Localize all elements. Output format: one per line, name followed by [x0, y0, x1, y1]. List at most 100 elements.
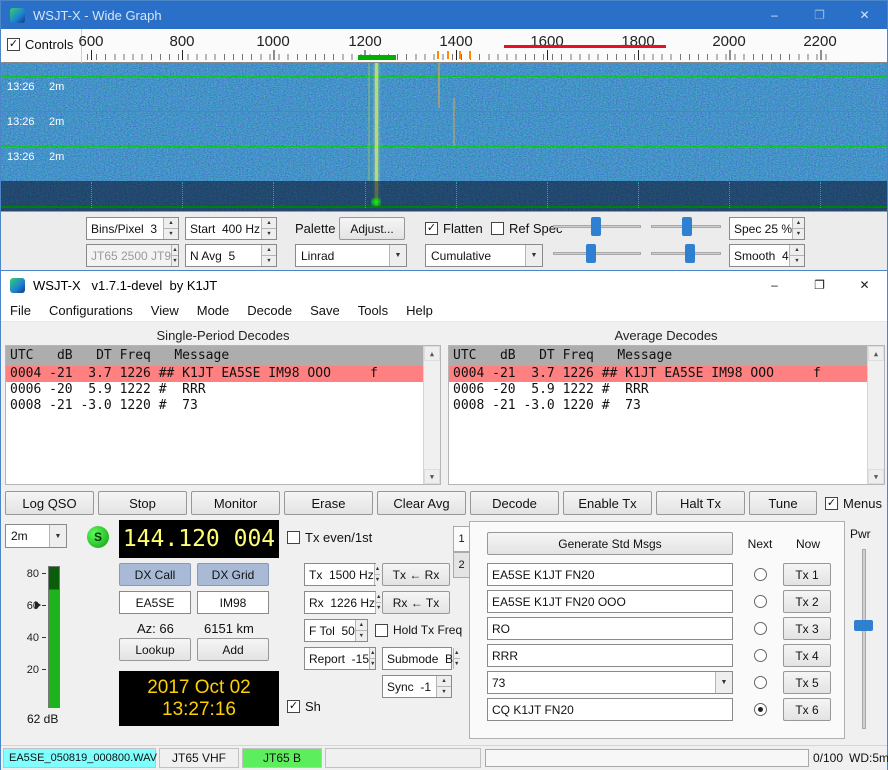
lookup-button[interactable]: Lookup — [119, 638, 191, 661]
erase-button[interactable]: Erase — [284, 491, 373, 515]
close-icon[interactable]: ✕ — [842, 271, 887, 299]
tx5-next-radio[interactable] — [754, 676, 767, 689]
tx6-message-field[interactable]: CQ K1JT FN20 — [487, 698, 733, 721]
scroll-up-icon[interactable]: ▲ — [424, 346, 440, 361]
add-button[interactable]: Add — [197, 638, 269, 661]
tx5-now-button[interactable]: Tx 5 — [783, 671, 831, 694]
tune-button[interactable]: Tune — [749, 491, 817, 515]
menus-checkbox[interactable]: ✓ Menus — [825, 496, 882, 511]
monitor-button[interactable]: Monitor — [191, 491, 280, 515]
gain-slider[interactable] — [553, 215, 641, 237]
spin-down-icon[interactable]: ▼ — [376, 603, 381, 613]
log-qso-button[interactable]: Log QSO — [5, 491, 94, 515]
stop-button[interactable]: Stop — [98, 491, 187, 515]
tx1-next-radio[interactable] — [754, 568, 767, 581]
controls-checkbox[interactable]: ✓ Controls — [7, 37, 73, 52]
tx2-message-field[interactable]: EA5SE K1JT FN20 OOO — [487, 590, 733, 613]
f-tol-spinner[interactable]: F Tol 50 ▲▼ — [304, 619, 368, 642]
chevron-down-icon[interactable]: ▼ — [389, 245, 406, 266]
decode-button[interactable]: Decode — [470, 491, 559, 515]
tx3-next-radio[interactable] — [754, 622, 767, 635]
tx4-message-field[interactable]: RRR — [487, 644, 733, 667]
generate-std-msgs-button[interactable]: Generate Std Msgs — [487, 532, 733, 555]
gain2-slider[interactable] — [553, 242, 641, 264]
spin-up-icon[interactable]: ▲ — [262, 245, 276, 256]
tx3-now-button[interactable]: Tx 3 — [783, 617, 831, 640]
tx-freq-marker[interactable] — [358, 55, 396, 60]
dx-call-field[interactable]: EA5SE — [119, 591, 191, 614]
spec-spinner[interactable]: Spec 25 % ▲▼ — [729, 217, 805, 240]
rx-from-tx-button[interactable]: Rx ← Tx — [382, 591, 450, 614]
tx6-now-button[interactable]: Tx 6 — [783, 698, 831, 721]
tx3-message-field[interactable]: RO — [487, 617, 733, 640]
tx2-now-button[interactable]: Tx 2 — [783, 590, 831, 613]
spin-down-icon[interactable]: ▼ — [454, 659, 459, 669]
spin-up-icon[interactable]: ▲ — [375, 564, 380, 575]
tx4-next-radio[interactable] — [754, 649, 767, 662]
menu-file[interactable]: File — [1, 299, 40, 321]
report-spinner[interactable]: Report -15 ▲▼ — [304, 647, 376, 670]
n-avg-spinner[interactable]: N Avg 5 ▲▼ — [185, 244, 277, 267]
scroll-up-icon[interactable]: ▲ — [868, 346, 884, 361]
tx-even-checkbox[interactable]: Tx even/1st — [287, 530, 372, 545]
checkbox-box[interactable] — [491, 222, 504, 235]
menu-view[interactable]: View — [142, 299, 188, 321]
zero2-slider[interactable] — [651, 242, 721, 264]
scroll-down-icon[interactable]: ▼ — [868, 469, 884, 484]
checkbox-check-icon[interactable]: ✓ — [7, 38, 20, 51]
decode-row[interactable]: 0008 -21 -3.0 1220 # 73 — [449, 398, 867, 414]
spin-up-icon[interactable]: ▲ — [376, 592, 381, 603]
menu-mode[interactable]: Mode — [188, 299, 239, 321]
slider-handle[interactable] — [682, 217, 692, 236]
band-select[interactable]: 2m ▼ — [5, 524, 67, 548]
enable-tx-button[interactable]: Enable Tx — [563, 491, 652, 515]
spin-up-icon[interactable]: ▲ — [356, 620, 367, 631]
tx6-next-radio[interactable] — [754, 703, 767, 716]
minimize-icon[interactable]: – — [752, 1, 797, 29]
menu-decode[interactable]: Decode — [238, 299, 301, 321]
scrollbar[interactable]: ▲▼ — [423, 346, 440, 484]
slider-handle[interactable] — [591, 217, 601, 236]
submode-spinner[interactable]: Submode B ▲▼ — [382, 647, 452, 670]
spin-up-icon[interactable]: ▲ — [790, 245, 804, 256]
tx5-message-combo[interactable]: 73 ▼ — [487, 671, 733, 694]
tx1-now-button[interactable]: Tx 1 — [783, 563, 831, 586]
spin-down-icon[interactable]: ▼ — [262, 256, 276, 266]
spin-down-icon[interactable]: ▼ — [375, 575, 380, 585]
tx2-next-radio[interactable] — [754, 595, 767, 608]
checkbox-box[interactable] — [287, 531, 300, 544]
sync-spinner[interactable]: Sync -1 ▲▼ — [382, 675, 452, 698]
tx-freq-spinner[interactable]: Tx 1500 Hz ▲▼ — [304, 563, 376, 586]
checkbox-box[interactable] — [375, 624, 388, 637]
ref-spec-checkbox[interactable]: Ref Spec — [491, 221, 562, 236]
decode-row[interactable]: 0006 -20 5.9 1222 # RRR — [449, 382, 867, 398]
wide-graph-titlebar[interactable]: WSJT-X - Wide Graph – ❐ ✕ — [1, 1, 887, 29]
adjust-button[interactable]: Adjust... — [339, 217, 405, 240]
menu-help[interactable]: Help — [397, 299, 442, 321]
menu-tools[interactable]: Tools — [349, 299, 397, 321]
average-decodes-panel[interactable]: UTC dB DT Freq Message 0004 -21 3.7 1226… — [448, 345, 885, 485]
menu-configurations[interactable]: Configurations — [40, 299, 142, 321]
decode-row[interactable]: 0004 -21 3.7 1226 ## K1JT EA5SE IM98 OOO… — [6, 366, 423, 382]
tx1-message-field[interactable]: EA5SE K1JT FN20 — [487, 563, 733, 586]
spin-down-icon[interactable]: ▼ — [370, 659, 375, 669]
close-icon[interactable]: ✕ — [842, 1, 887, 29]
pwr-slider-handle[interactable] — [854, 620, 873, 631]
tx-from-rx-button[interactable]: Tx ← Rx — [382, 563, 450, 586]
main-titlebar[interactable]: WSJT-X v1.7.1-devel by K1JT – ❐ ✕ — [1, 271, 887, 299]
spin-down-icon[interactable]: ▼ — [356, 631, 367, 641]
checkbox-check-icon[interactable]: ✓ — [287, 700, 300, 713]
dx-grid-button[interactable]: DX Grid — [197, 563, 269, 586]
single-period-decodes-panel[interactable]: UTC dB DT Freq Message 0004 -21 3.7 1226… — [5, 345, 441, 485]
spin-up-icon[interactable]: ▲ — [262, 218, 276, 229]
spin-down-icon[interactable]: ▼ — [262, 229, 276, 239]
tx4-now-button[interactable]: Tx 4 — [783, 644, 831, 667]
spin-up-icon[interactable]: ▲ — [370, 648, 375, 659]
chevron-down-icon[interactable]: ▼ — [49, 525, 66, 547]
maximize-icon[interactable]: ❐ — [797, 1, 842, 29]
scroll-down-icon[interactable]: ▼ — [424, 469, 440, 484]
spin-up-icon[interactable]: ▲ — [164, 218, 178, 229]
maximize-icon[interactable]: ❐ — [797, 271, 842, 299]
tab-1[interactable]: 1 — [453, 526, 470, 552]
spin-up-icon[interactable]: ▲ — [793, 218, 804, 229]
